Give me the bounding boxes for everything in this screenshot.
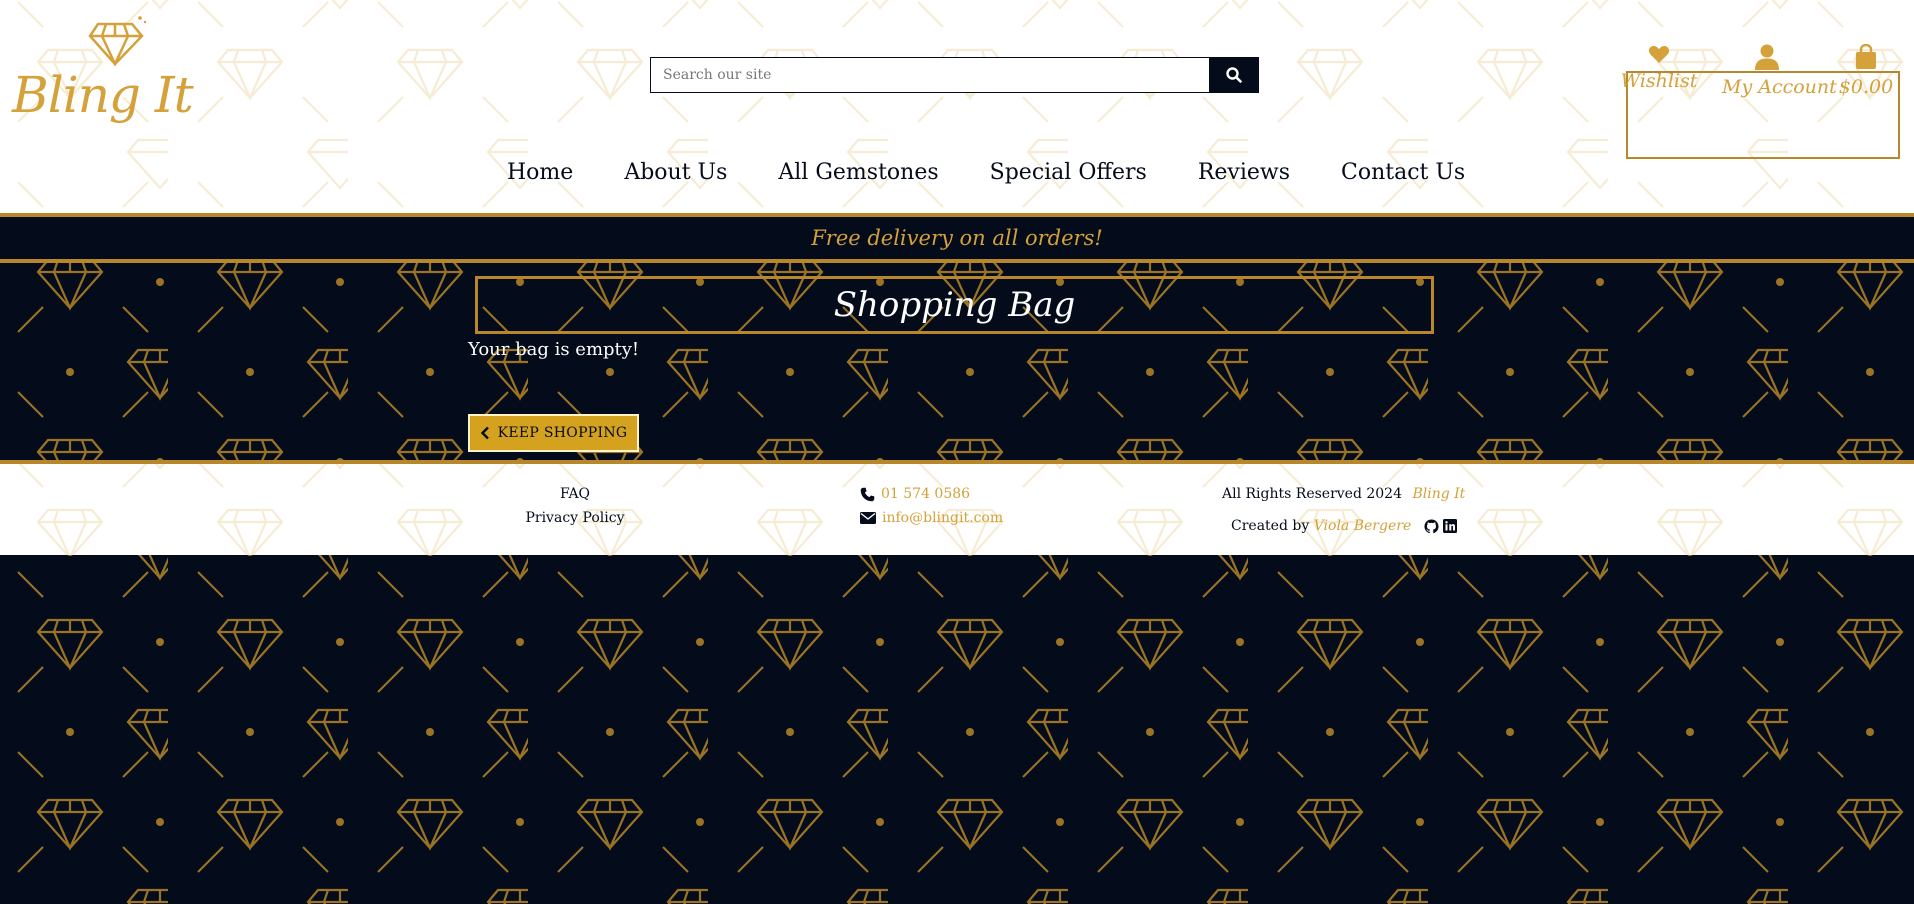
footer-links: FAQ Privacy Policy [520,482,630,530]
social-links [1424,518,1457,534]
search-button[interactable] [1209,58,1258,92]
footer-contact: 01 574 0586 info@blingit.com [860,482,1003,530]
envelope-icon [860,512,876,524]
nav-reviews[interactable]: Reviews [1198,160,1290,185]
shopping-bag-icon [1856,43,1876,69]
site-footer: FAQ Privacy Policy 01 574 0586 info@blin… [0,460,1914,555]
footer-credits: All Rights Reserved 2024 Bling It Create… [1222,482,1465,538]
search-form [650,57,1259,93]
delivery-banner-text: Free delivery on all orders! [811,226,1103,250]
nav-all-gemstones[interactable]: All Gemstones [778,160,938,185]
user-icon [1755,44,1779,70]
phone-number[interactable]: 01 574 0586 [881,482,970,506]
linkedin-icon[interactable] [1442,518,1457,533]
bag-total: $0.00 [1838,76,1894,98]
creator-name: Viola Bergere [1313,518,1412,534]
site-header: Bling It Wishlist My Account $0.00 [0,0,1914,213]
nav-home[interactable]: Home [507,160,573,185]
my-account-link[interactable]: My Account [1722,44,1837,98]
keep-shopping-label: KEEP SHOPPING [497,425,628,441]
github-icon[interactable] [1424,518,1439,534]
rights-brand: Bling It [1412,486,1466,502]
diamond-icon [88,16,147,66]
rights-text: All Rights Reserved 2024 [1222,486,1402,502]
search-icon [1225,67,1242,83]
nav-about-us[interactable]: About Us [624,160,727,185]
nav-contact-us[interactable]: Contact Us [1341,160,1465,185]
keep-shopping-button[interactable]: KEEP SHOPPING [468,414,639,452]
created-by-text: Created by [1231,518,1310,534]
chevron-left-icon [480,426,489,440]
brand-logo[interactable]: Bling It [12,14,197,139]
empty-bag-message: Your bag is empty! [468,339,640,360]
nav-special-offers[interactable]: Special Offers [990,160,1147,185]
shopping-bag-link[interactable]: $0.00 [1824,43,1908,98]
page-title: Shopping Bag [833,285,1076,325]
email-address[interactable]: info@blingit.com [882,506,1003,530]
brand-name: Bling It [12,66,194,124]
my-account-label: My Account [1722,76,1837,98]
page-title-box: Shopping Bag [475,276,1434,334]
search-input[interactable] [651,58,1209,92]
heart-icon [1648,46,1670,63]
phone-icon [860,487,875,501]
delivery-banner: Free delivery on all orders! [0,213,1914,263]
faq-link[interactable]: FAQ [520,482,630,506]
wishlist-label: Wishlist [1620,70,1698,92]
wishlist-link[interactable]: Wishlist [1614,44,1704,92]
privacy-policy-link[interactable]: Privacy Policy [520,506,630,530]
